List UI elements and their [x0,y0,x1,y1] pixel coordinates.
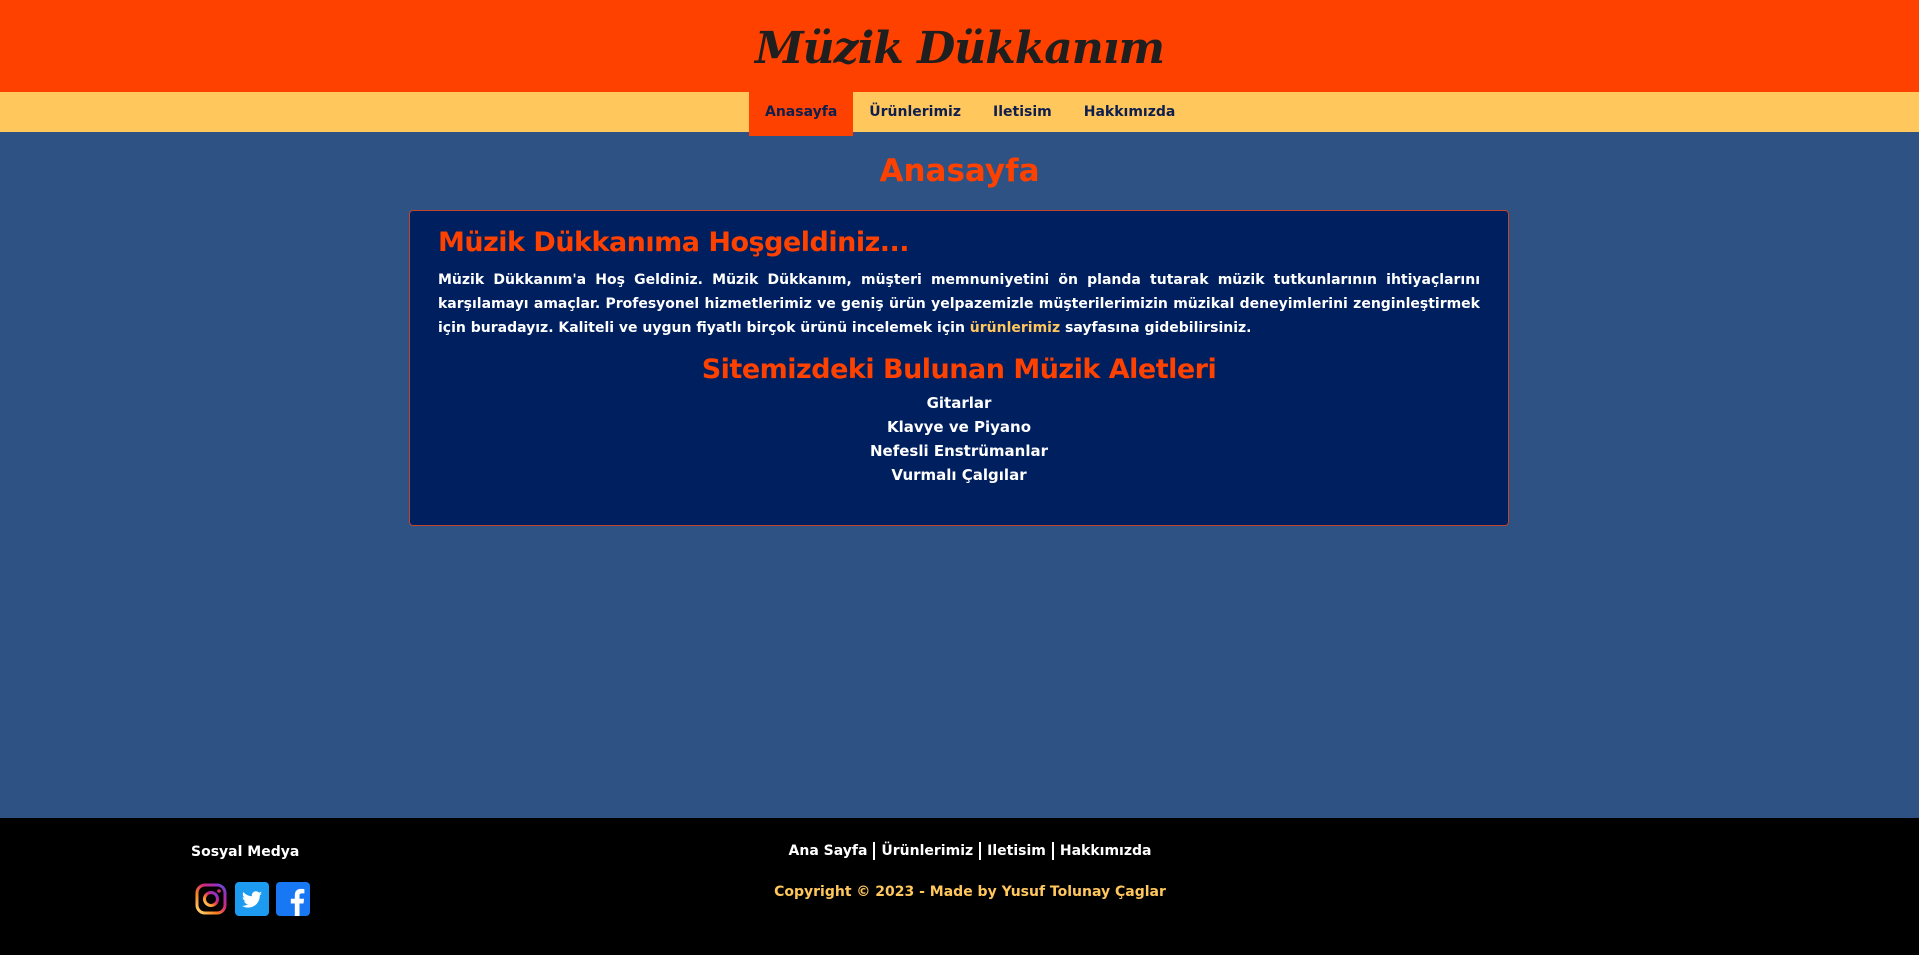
site-header: Müzik Dükkanım [0,0,1919,92]
nav-list: Anasayfa Ürünlerimiz Iletisim Hakkımızda [749,92,1191,136]
products-link[interactable]: ürünlerimiz [970,320,1060,336]
instrument-item-gitarlar: Gitarlar [926,394,992,412]
footer-link-ana-sayfa[interactable]: Ana Sayfa [783,843,874,859]
nav-item-urunlerimiz[interactable]: Ürünlerimiz [853,92,977,132]
footer-link-iletisim[interactable]: Iletisim [981,843,1052,859]
site-footer: Sosyal Medya Ana Sayfa Ürünlerimiz Ileti… [0,818,1919,955]
main-nav: Anasayfa Ürünlerimiz Iletisim Hakkımızda [0,92,1919,136]
instrument-item-nefesli: Nefesli Enstrümanlar [869,442,1049,460]
intro-paragraph: Müzik Dükkanım'a Hoş Geldiniz. Müzik Dük… [438,268,1480,340]
instrument-item-klavye-piyano: Klavye ve Piyano [886,418,1032,436]
intro-text-start: Müzik Dükkanım'a Hoş Geldiniz. Müzik Dük… [438,272,1480,336]
site-title: Müzik Dükkanım [754,22,1165,74]
instrument-item-vurmali: Vurmalı Çalgılar [891,466,1027,484]
copyright-text: Copyright © 2023 - Made by Yusuf Tolunay… [774,884,1166,900]
footer-links: Ana Sayfa Ürünlerimiz Iletisim Hakkımızd… [0,842,1919,860]
welcome-title: Müzik Dükkanıma Hoşgeldiniz... [438,227,910,258]
nav-item-hakkimizda[interactable]: Hakkımızda [1068,92,1192,132]
footer-link-urunlerimiz[interactable]: Ürünlerimiz [875,843,979,859]
footer-link-hakkimizda[interactable]: Hakkımızda [1054,843,1158,859]
instrument-list: Gitarlar Klavye ve Piyano Nefesli Enstrü… [438,391,1480,487]
intro-text-end: sayfasına gidebilirsiniz. [1065,320,1252,336]
nav-item-anasayfa[interactable]: Anasayfa [749,92,854,136]
instruments-title: Sitemizdeki Bulunan Müzik Aletleri [701,354,1217,385]
page-heading: Anasayfa [879,153,1040,189]
content-card: Müzik Dükkanıma Hoşgeldiniz... Müzik Dük… [409,210,1509,526]
nav-item-iletisim[interactable]: Iletisim [977,92,1068,132]
